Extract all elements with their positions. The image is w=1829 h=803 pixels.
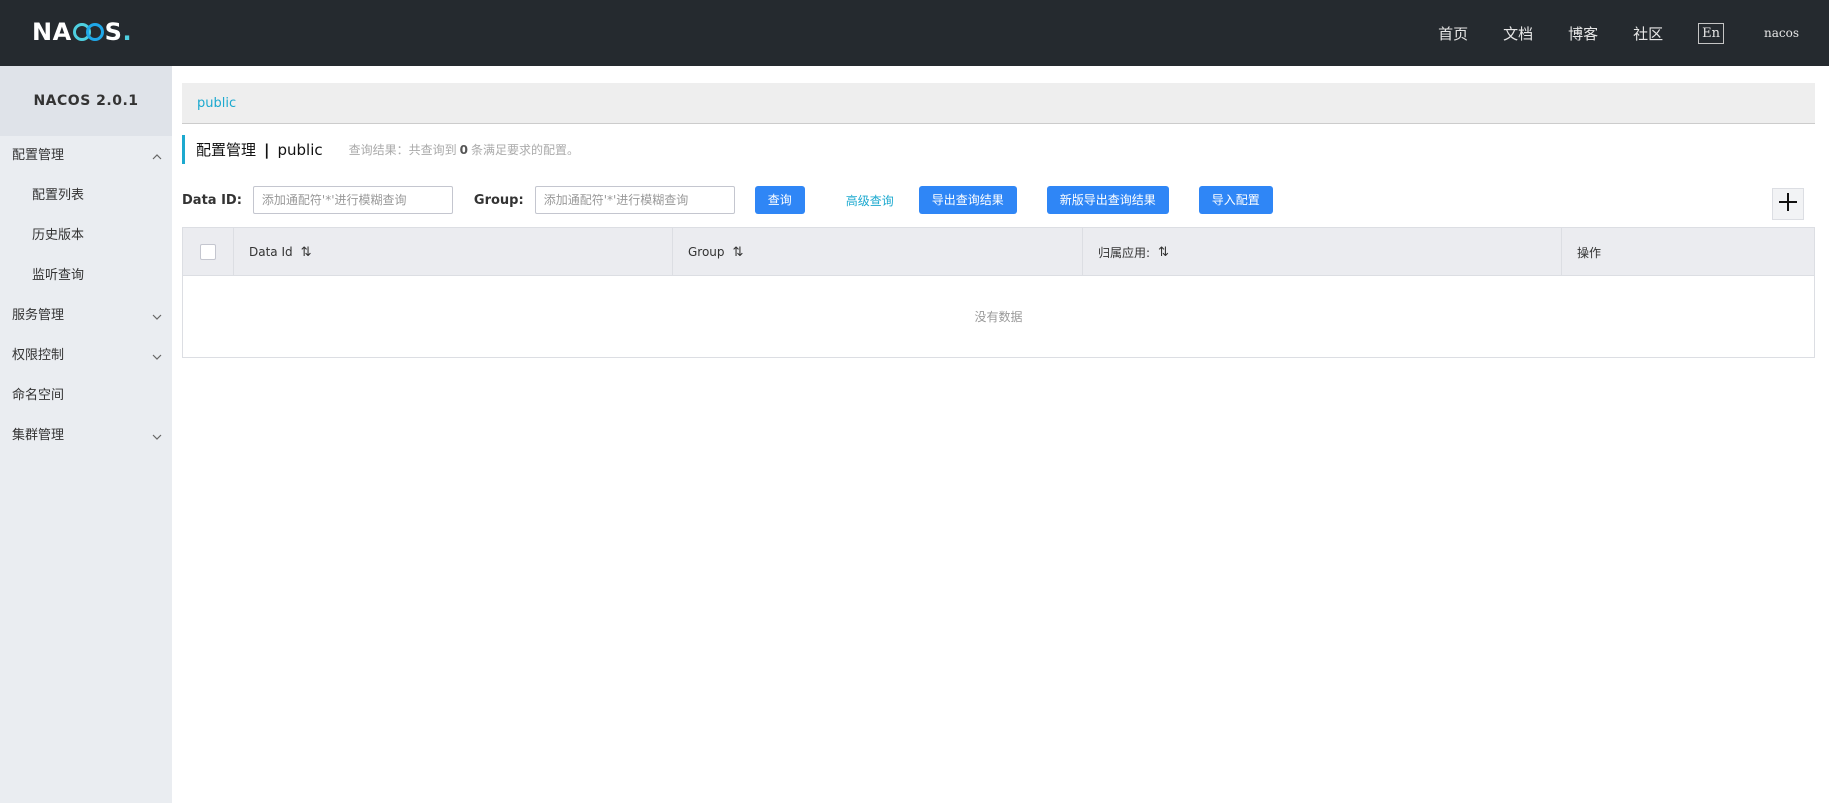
nacos-logo[interactable]: NA S. <box>32 18 132 46</box>
query-button[interactable]: 查询 <box>754 186 805 214</box>
top-navbar: NA S. 首页 文档 博客 社区 En nacos <box>0 0 1829 66</box>
nav-blog[interactable]: 博客 <box>1568 23 1598 44</box>
column-header-dataid[interactable]: Data Id ⇅ <box>234 228 673 276</box>
sidebar-item-cluster-management[interactable]: 集群管理 <box>0 416 172 456</box>
sidebar-item-label: 配置列表 <box>32 188 85 203</box>
query-result-summary: 查询结果：共查询到 0 条满足要求的配置。 <box>348 143 580 157</box>
sidebar-item-label: 服务管理 <box>12 308 65 323</box>
chevron-down-icon <box>152 416 162 456</box>
chevron-down-icon <box>152 336 162 376</box>
export-new-button[interactable]: 新版导出查询结果 <box>1046 186 1169 214</box>
page-title: 配置管理 | public 查询结果：共查询到 0 条满足要求的配置。 <box>182 135 579 164</box>
plus-icon <box>1778 192 1798 216</box>
sidebar-item-label: 集群管理 <box>12 428 65 443</box>
logo-ring-icon <box>85 23 104 41</box>
advanced-query-link[interactable]: 高级查询 <box>846 192 894 209</box>
namespace-tab-public[interactable]: public <box>182 83 1815 124</box>
sort-icon[interactable]: ⇅ <box>301 245 312 260</box>
sidebar-item-label: 权限控制 <box>12 348 65 363</box>
column-header-actions: 操作 <box>1577 245 1602 260</box>
config-table: Data Id ⇅ Group ⇅ 归属应用: ⇅ 操作 没有数据 <box>182 227 1815 358</box>
select-all-checkbox[interactable] <box>200 244 216 260</box>
sidebar-item-access-control[interactable]: 权限控制 <box>0 336 172 376</box>
dataid-input[interactable]: 添加通配符'*'进行模糊查询 <box>252 186 453 214</box>
top-nav: 首页 文档 博客 社区 En nacos <box>1438 0 1829 66</box>
column-header-group[interactable]: Group ⇅ <box>673 228 1083 276</box>
sidebar-item-namespace[interactable]: 命名空间 <box>0 376 172 416</box>
group-input[interactable]: 添加通配符'*'进行模糊查询 <box>534 186 735 214</box>
sort-icon[interactable]: ⇅ <box>1158 245 1169 260</box>
group-label: Group: <box>473 192 524 208</box>
chevron-up-icon <box>152 136 162 176</box>
column-header-app[interactable]: 归属应用: ⇅ <box>1083 228 1562 276</box>
sidebar-version-title: NACOS 2.0.1 <box>0 66 172 136</box>
sidebar-item-history[interactable]: 历史版本 <box>0 216 172 256</box>
nav-home[interactable]: 首页 <box>1438 23 1468 44</box>
sort-icon[interactable]: ⇅ <box>733 245 744 260</box>
page-title-separator: | <box>264 140 270 159</box>
nav-docs[interactable]: 文档 <box>1503 23 1533 44</box>
dataid-label: Data ID: <box>182 192 242 208</box>
filter-bar: Data ID: 添加通配符'*'进行模糊查询 Group: 添加通配符'*'进… <box>182 185 1815 215</box>
page-title-text: 配置管理 <box>196 141 257 159</box>
add-config-button[interactable] <box>1772 188 1804 220</box>
language-switch[interactable]: En <box>1698 22 1724 44</box>
sidebar: NACOS 2.0.1 配置管理 配置列表 历史版本 监听查询 服务管理 权限控… <box>0 66 172 803</box>
table-header: Data Id ⇅ Group ⇅ 归属应用: ⇅ 操作 <box>183 228 1814 276</box>
nav-community[interactable]: 社区 <box>1633 23 1663 44</box>
export-button[interactable]: 导出查询结果 <box>918 186 1017 214</box>
table-empty-message: 没有数据 <box>974 310 1023 324</box>
chevron-down-icon <box>152 296 162 336</box>
sidebar-item-config-management[interactable]: 配置管理 <box>0 136 172 176</box>
sidebar-item-label: 命名空间 <box>12 388 65 403</box>
sidebar-item-label: 配置管理 <box>12 148 65 163</box>
sidebar-item-label: 历史版本 <box>32 228 85 243</box>
result-count: 0 <box>459 143 469 157</box>
sidebar-item-config-list[interactable]: 配置列表 <box>0 176 172 216</box>
sidebar-item-listener-query[interactable]: 监听查询 <box>0 256 172 296</box>
sidebar-item-label: 监听查询 <box>32 268 85 283</box>
select-all-cell <box>183 228 234 276</box>
import-config-button[interactable]: 导入配置 <box>1198 186 1273 214</box>
user-name[interactable]: nacos <box>1764 26 1799 40</box>
page-title-namespace: public <box>277 140 323 159</box>
sidebar-item-service-management[interactable]: 服务管理 <box>0 296 172 336</box>
